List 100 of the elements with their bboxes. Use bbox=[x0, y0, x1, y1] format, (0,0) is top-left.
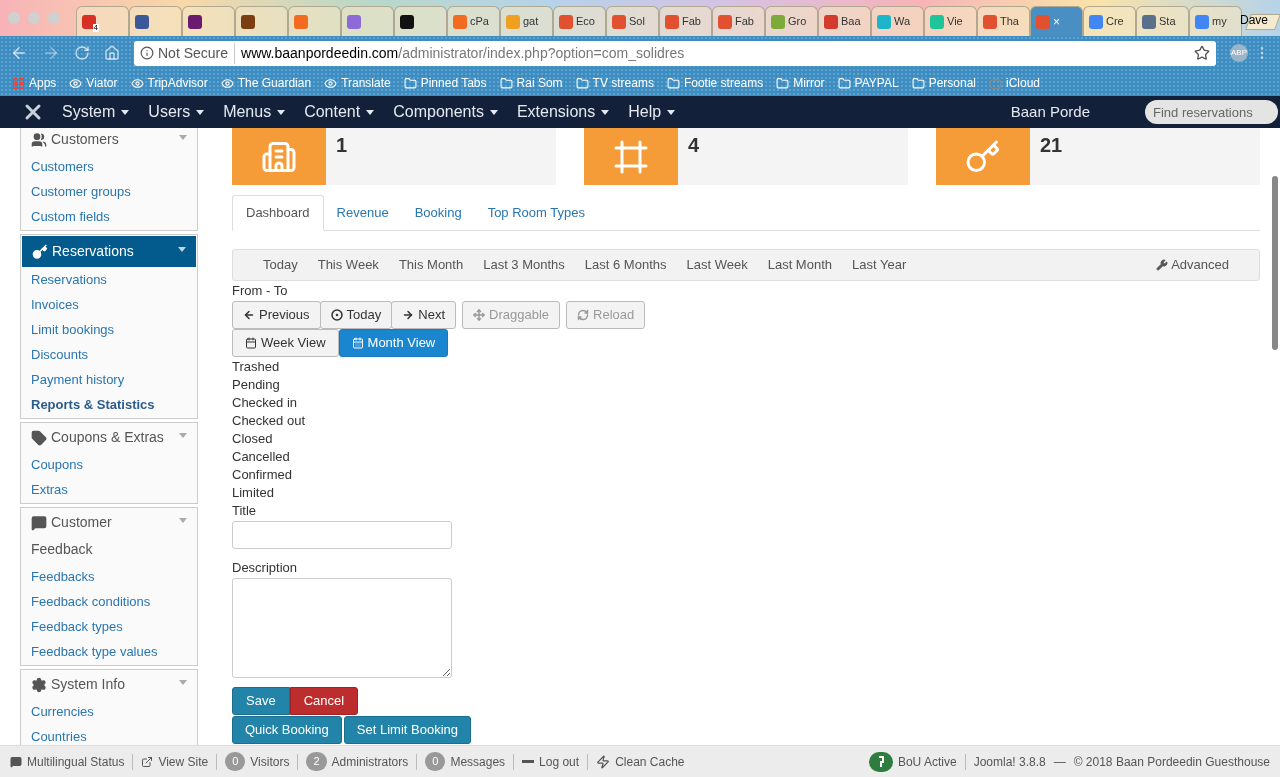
tab-close-button[interactable]: × bbox=[1053, 12, 1060, 31]
visitors-link[interactable]: 0 Visitors bbox=[225, 752, 290, 771]
sidebar-group-header[interactable]: System Info bbox=[21, 670, 197, 699]
reload-icon[interactable] bbox=[74, 45, 90, 61]
bookmark-link[interactable]: Footie streams bbox=[666, 74, 764, 92]
nav-menu[interactable]: Help bbox=[628, 100, 676, 124]
browser-tab[interactable]: Wa bbox=[871, 6, 924, 36]
bookmark-link[interactable]: The Guardian bbox=[220, 74, 312, 92]
bookmark-link[interactable]: Personal bbox=[911, 74, 976, 92]
browser-tab[interactable]: Fab bbox=[712, 6, 765, 36]
bookmark-link[interactable]: Rai Som bbox=[499, 74, 563, 92]
browser-tab[interactable]: my bbox=[1189, 6, 1242, 36]
advanced-link[interactable]: Advanced bbox=[1156, 255, 1229, 275]
sidebar-group-header[interactable]: Customers bbox=[21, 128, 197, 154]
back-icon[interactable] bbox=[10, 44, 28, 62]
calendar-nav-button[interactable]: Today bbox=[319, 301, 393, 329]
browser-tab[interactable] bbox=[394, 6, 447, 36]
browser-tab[interactable] bbox=[182, 6, 235, 36]
view-button[interactable]: Week View bbox=[232, 329, 339, 357]
range-link[interactable]: Last Year bbox=[852, 255, 907, 275]
sidebar-link[interactable]: Custom fields bbox=[21, 204, 197, 229]
browser-tab[interactable]: Gro bbox=[765, 6, 818, 36]
browser-tab[interactable]: × bbox=[1030, 6, 1083, 36]
sidebar-group-header[interactable]: Customer Feedback bbox=[21, 508, 197, 564]
sidebar-link[interactable]: Feedback types bbox=[21, 614, 197, 639]
view-button[interactable]: Month View bbox=[338, 329, 449, 357]
site-name[interactable]: Baan Porde bbox=[1010, 100, 1090, 124]
bookmark-link[interactable]: Apps bbox=[12, 74, 57, 92]
sidebar-link[interactable]: Limit bookings bbox=[21, 317, 197, 342]
set-limit-booking-button[interactable]: Set Limit Booking bbox=[343, 716, 471, 744]
sidebar-link[interactable]: Extras bbox=[21, 477, 197, 502]
view-site-link[interactable]: View Site bbox=[141, 752, 209, 771]
nav-menu[interactable]: Menus bbox=[223, 100, 286, 124]
sidebar-link[interactable]: Currencies bbox=[21, 699, 197, 724]
sidebar-group-header[interactable]: Reservations bbox=[22, 236, 196, 267]
bookmark-link[interactable]: Viator bbox=[69, 74, 118, 92]
messages-link[interactable]: 0 Messages bbox=[425, 752, 506, 771]
cancel-button[interactable]: Cancel bbox=[289, 687, 359, 715]
range-link[interactable]: Last 6 Months bbox=[584, 255, 667, 275]
bookmark-link[interactable]: TripAdvisor bbox=[130, 74, 208, 92]
browser-tab[interactable]: cPa bbox=[447, 6, 500, 36]
browser-tab[interactable]: Baa bbox=[818, 6, 871, 36]
bookmark-star-icon[interactable] bbox=[1194, 45, 1210, 61]
browser-tab[interactable]: Sol bbox=[606, 6, 659, 36]
bookmark-link[interactable]: PAYPAL bbox=[837, 74, 899, 92]
sidebar-link[interactable]: Discounts bbox=[21, 342, 197, 367]
sidebar-link[interactable]: Feedbacks bbox=[21, 564, 197, 589]
multilingual-status-link[interactable]: Multilingual Status bbox=[10, 752, 125, 771]
sidebar-link[interactable]: Feedback conditions bbox=[21, 589, 197, 614]
browser-tab[interactable] bbox=[235, 6, 288, 36]
title-input[interactable] bbox=[232, 521, 452, 549]
profile-name[interactable]: Dave bbox=[1240, 11, 1268, 29]
range-link[interactable]: Last Month bbox=[767, 255, 832, 275]
description-textarea[interactable] bbox=[232, 578, 452, 678]
administrators-link[interactable]: 2 Administrators bbox=[306, 752, 409, 771]
range-link[interactable]: This Month bbox=[398, 255, 464, 275]
range-link[interactable]: Last 3 Months bbox=[483, 255, 565, 275]
scrollbar-thumb[interactable] bbox=[1272, 176, 1278, 350]
nav-menu[interactable]: Extensions bbox=[516, 100, 610, 124]
browser-tab[interactable]: 4 bbox=[76, 6, 129, 36]
search-field[interactable]: Find reservations bbox=[1145, 100, 1278, 124]
nav-menu[interactable]: System bbox=[62, 100, 130, 124]
tab[interactable]: Dashboard bbox=[232, 195, 324, 231]
browser-tab[interactable]: Eco bbox=[553, 6, 606, 36]
sidebar-link[interactable]: Coupons bbox=[21, 452, 197, 477]
tab[interactable]: Booking bbox=[401, 195, 475, 230]
browser-tab[interactable]: gat bbox=[500, 6, 553, 36]
range-link[interactable]: This Week bbox=[317, 255, 379, 275]
sidebar-link[interactable]: Payment history bbox=[21, 367, 197, 392]
nav-menu[interactable]: Components bbox=[393, 100, 498, 124]
sidebar-link[interactable]: Customers bbox=[21, 154, 197, 179]
range-link[interactable]: Today bbox=[263, 255, 298, 275]
home-icon[interactable] bbox=[104, 45, 120, 61]
sidebar-link[interactable]: Feedback type values bbox=[21, 639, 197, 664]
range-link[interactable]: Last Week bbox=[686, 255, 748, 275]
browser-tab[interactable]: Tha bbox=[977, 6, 1030, 36]
calendar-nav-button[interactable]: Next bbox=[391, 301, 456, 329]
browser-tab[interactable]: Cre bbox=[1083, 6, 1136, 36]
tab[interactable]: Top Room Types bbox=[474, 195, 598, 230]
sidebar-group-header[interactable]: Coupons & Extras bbox=[21, 423, 197, 452]
nav-menu[interactable]: Users bbox=[148, 100, 205, 124]
save-button[interactable]: Save bbox=[232, 687, 290, 715]
log-out-link[interactable]: Log out bbox=[522, 752, 580, 771]
sidebar-link[interactable]: Invoices bbox=[21, 292, 197, 317]
sidebar-link[interactable]: Reservations bbox=[21, 267, 197, 292]
bookmark-link[interactable]: iCloud bbox=[989, 74, 1041, 92]
address-bar[interactable]: Not Secure www.baanpordeedin.com/administrator/index.php?option=com_solidres bbox=[134, 40, 1216, 66]
browser-tab[interactable]: Vie bbox=[924, 6, 977, 36]
tab[interactable]: Revenue bbox=[323, 195, 402, 230]
clean-cache-link[interactable]: Clean Cache bbox=[596, 752, 685, 771]
bookmark-link[interactable]: Pinned Tabs bbox=[403, 74, 487, 92]
quick-booking-button[interactable]: Quick Booking bbox=[232, 716, 342, 744]
sidebar-link[interactable]: Countries bbox=[21, 724, 197, 745]
nav-menu[interactable]: Content bbox=[304, 100, 375, 124]
bookmark-link[interactable]: Mirror bbox=[776, 74, 825, 92]
browser-tab[interactable]: Fab bbox=[659, 6, 712, 36]
bookmark-link[interactable]: TV streams bbox=[575, 74, 654, 92]
calendar-nav-button[interactable]: Previous bbox=[232, 301, 321, 329]
sidebar-link[interactable]: Customer groups bbox=[21, 179, 197, 204]
browser-tab[interactable]: Sta bbox=[1136, 6, 1189, 36]
